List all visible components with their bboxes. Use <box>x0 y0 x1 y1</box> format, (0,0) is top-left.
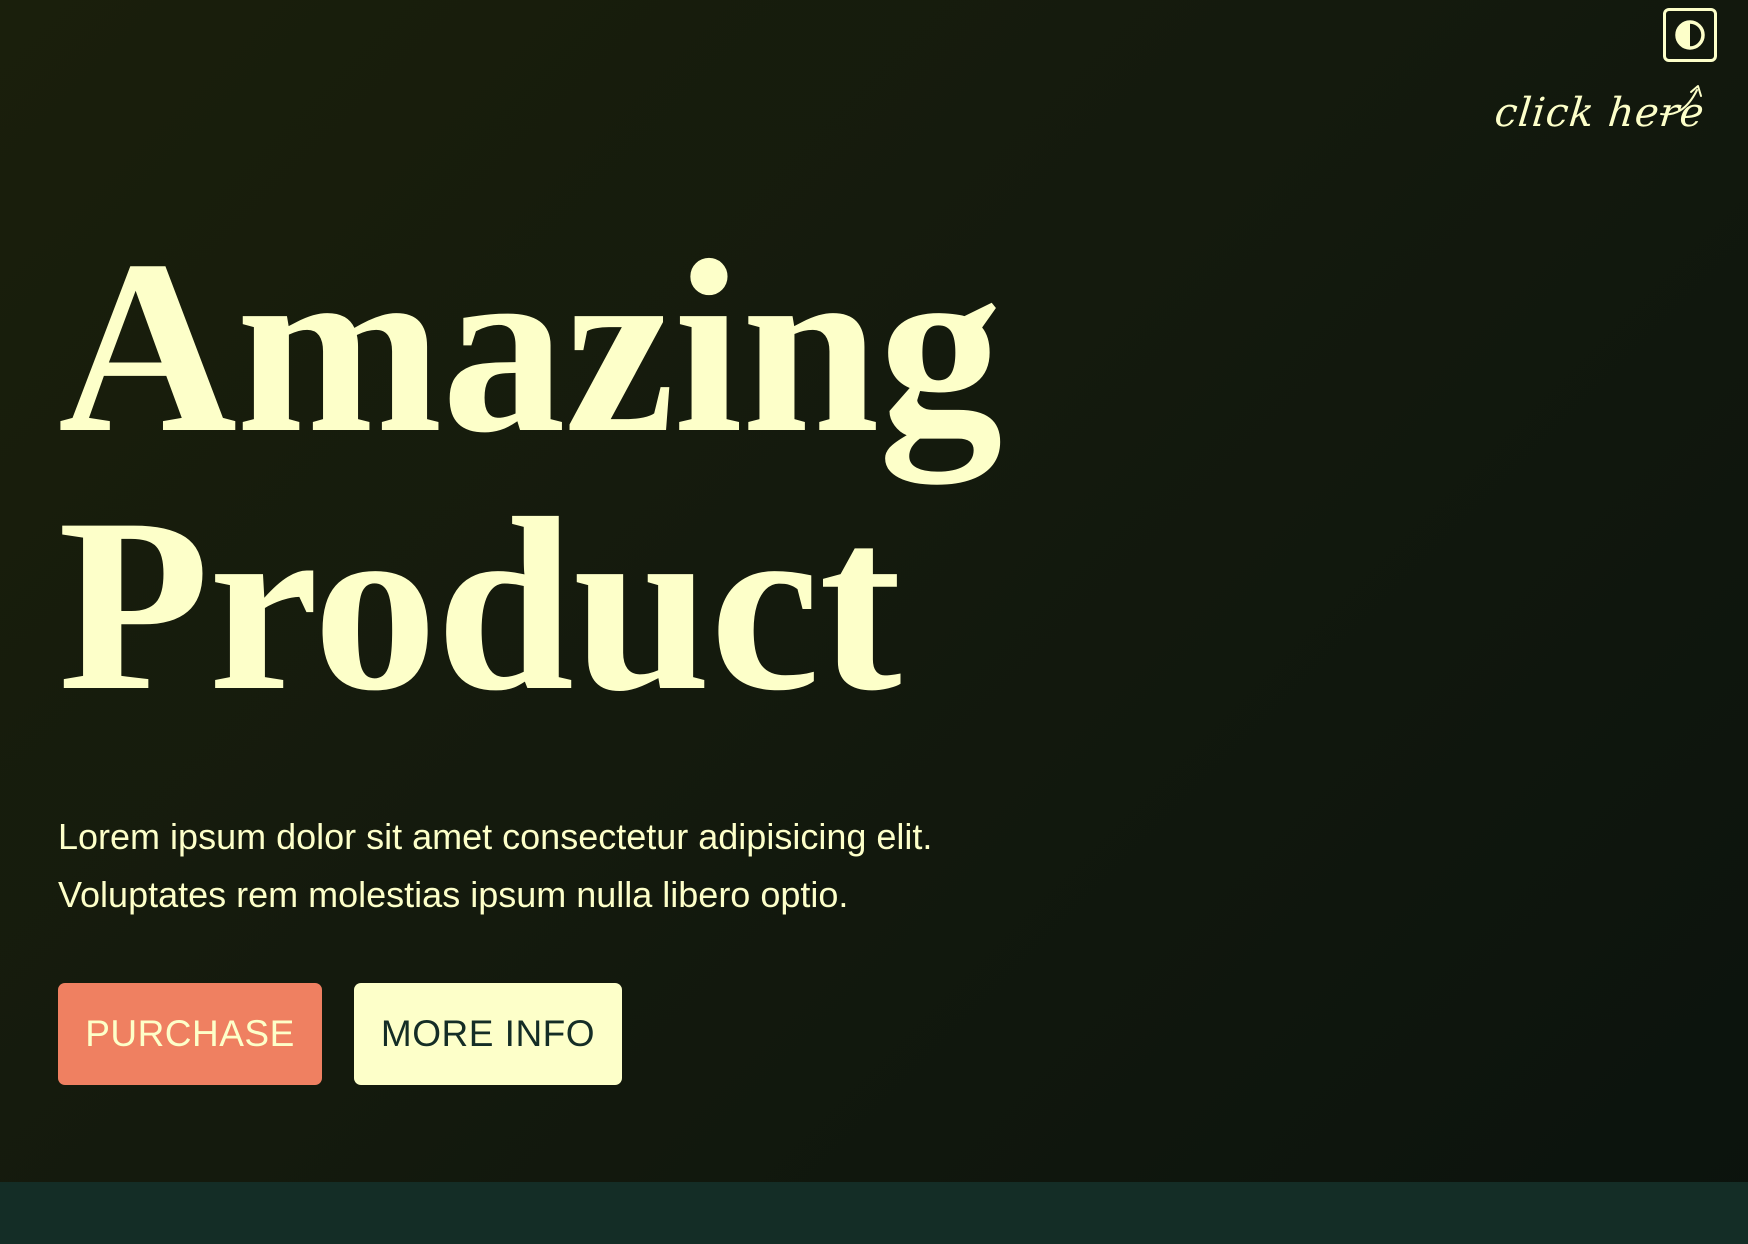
contrast-icon <box>1675 20 1705 50</box>
next-section-band <box>0 1182 1748 1244</box>
hero-headline: Amazing Product <box>58 209 1003 742</box>
description-line-1: Lorem ipsum dolor sit amet consectetur a… <box>58 816 933 857</box>
description-line-2: Voluptates rem molestias ipsum nulla lib… <box>58 874 849 915</box>
more-info-button[interactable]: MORE INFO <box>354 983 622 1085</box>
hero-section: click here Amazing Product Lorem ipsum d… <box>0 0 1748 1182</box>
theme-toggle-button[interactable] <box>1663 8 1717 62</box>
curved-arrow-icon <box>1660 85 1702 116</box>
headline-line-1: Amazing <box>58 209 1003 484</box>
hero-description: Lorem ipsum dolor sit amet consectetur a… <box>58 808 1058 924</box>
headline-line-2: Product <box>58 467 902 742</box>
purchase-button[interactable]: PURCHASE <box>58 983 322 1085</box>
theme-toggle-hint: click here <box>1493 82 1715 152</box>
